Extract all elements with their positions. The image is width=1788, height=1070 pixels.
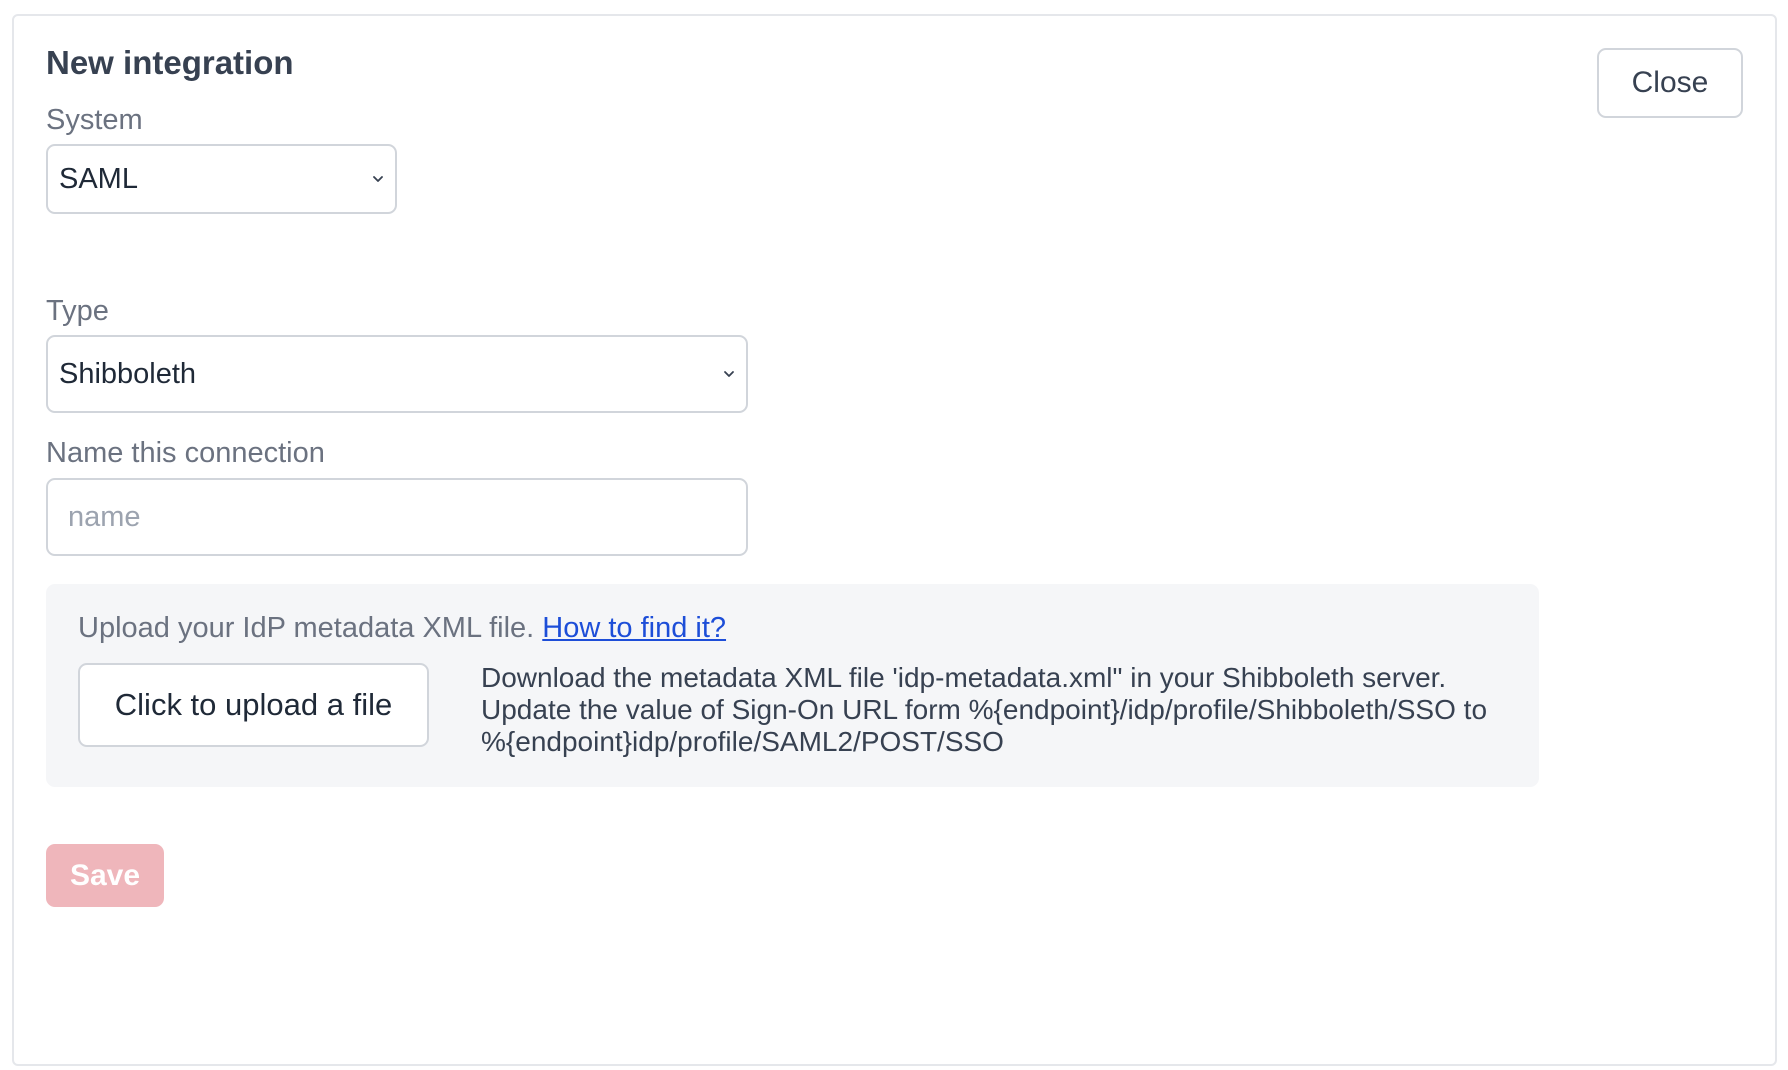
save-button[interactable]: Save: [46, 844, 164, 907]
close-button[interactable]: Close: [1597, 48, 1743, 118]
system-select-value: SAML: [59, 162, 138, 195]
chevron-down-icon: [373, 176, 383, 182]
connection-name-label: Name this connection: [46, 437, 325, 469]
upload-description: Download the metadata XML file 'idp-meta…: [481, 662, 1488, 757]
system-label: System: [46, 104, 143, 136]
type-label: Type: [46, 295, 109, 327]
type-select[interactable]: Shibboleth: [46, 335, 748, 413]
type-select-value: Shibboleth: [59, 357, 197, 390]
upload-panel: Upload your IdP metadata XML file. How t…: [46, 584, 1539, 787]
upload-prompt: Upload your IdP metadata XML file. How t…: [78, 612, 726, 645]
how-to-find-link[interactable]: How to find it?: [542, 612, 726, 644]
chevron-down-icon: [724, 371, 734, 377]
dialog-title: New integration: [46, 44, 294, 81]
connection-name-input[interactable]: [46, 478, 748, 556]
new-integration-dialog: New integration Close System SAML Type S…: [12, 14, 1777, 1066]
upload-prompt-text: Upload your IdP metadata XML file.: [78, 612, 535, 644]
system-select[interactable]: SAML: [46, 144, 397, 214]
upload-file-button[interactable]: Click to upload a file: [78, 663, 429, 747]
